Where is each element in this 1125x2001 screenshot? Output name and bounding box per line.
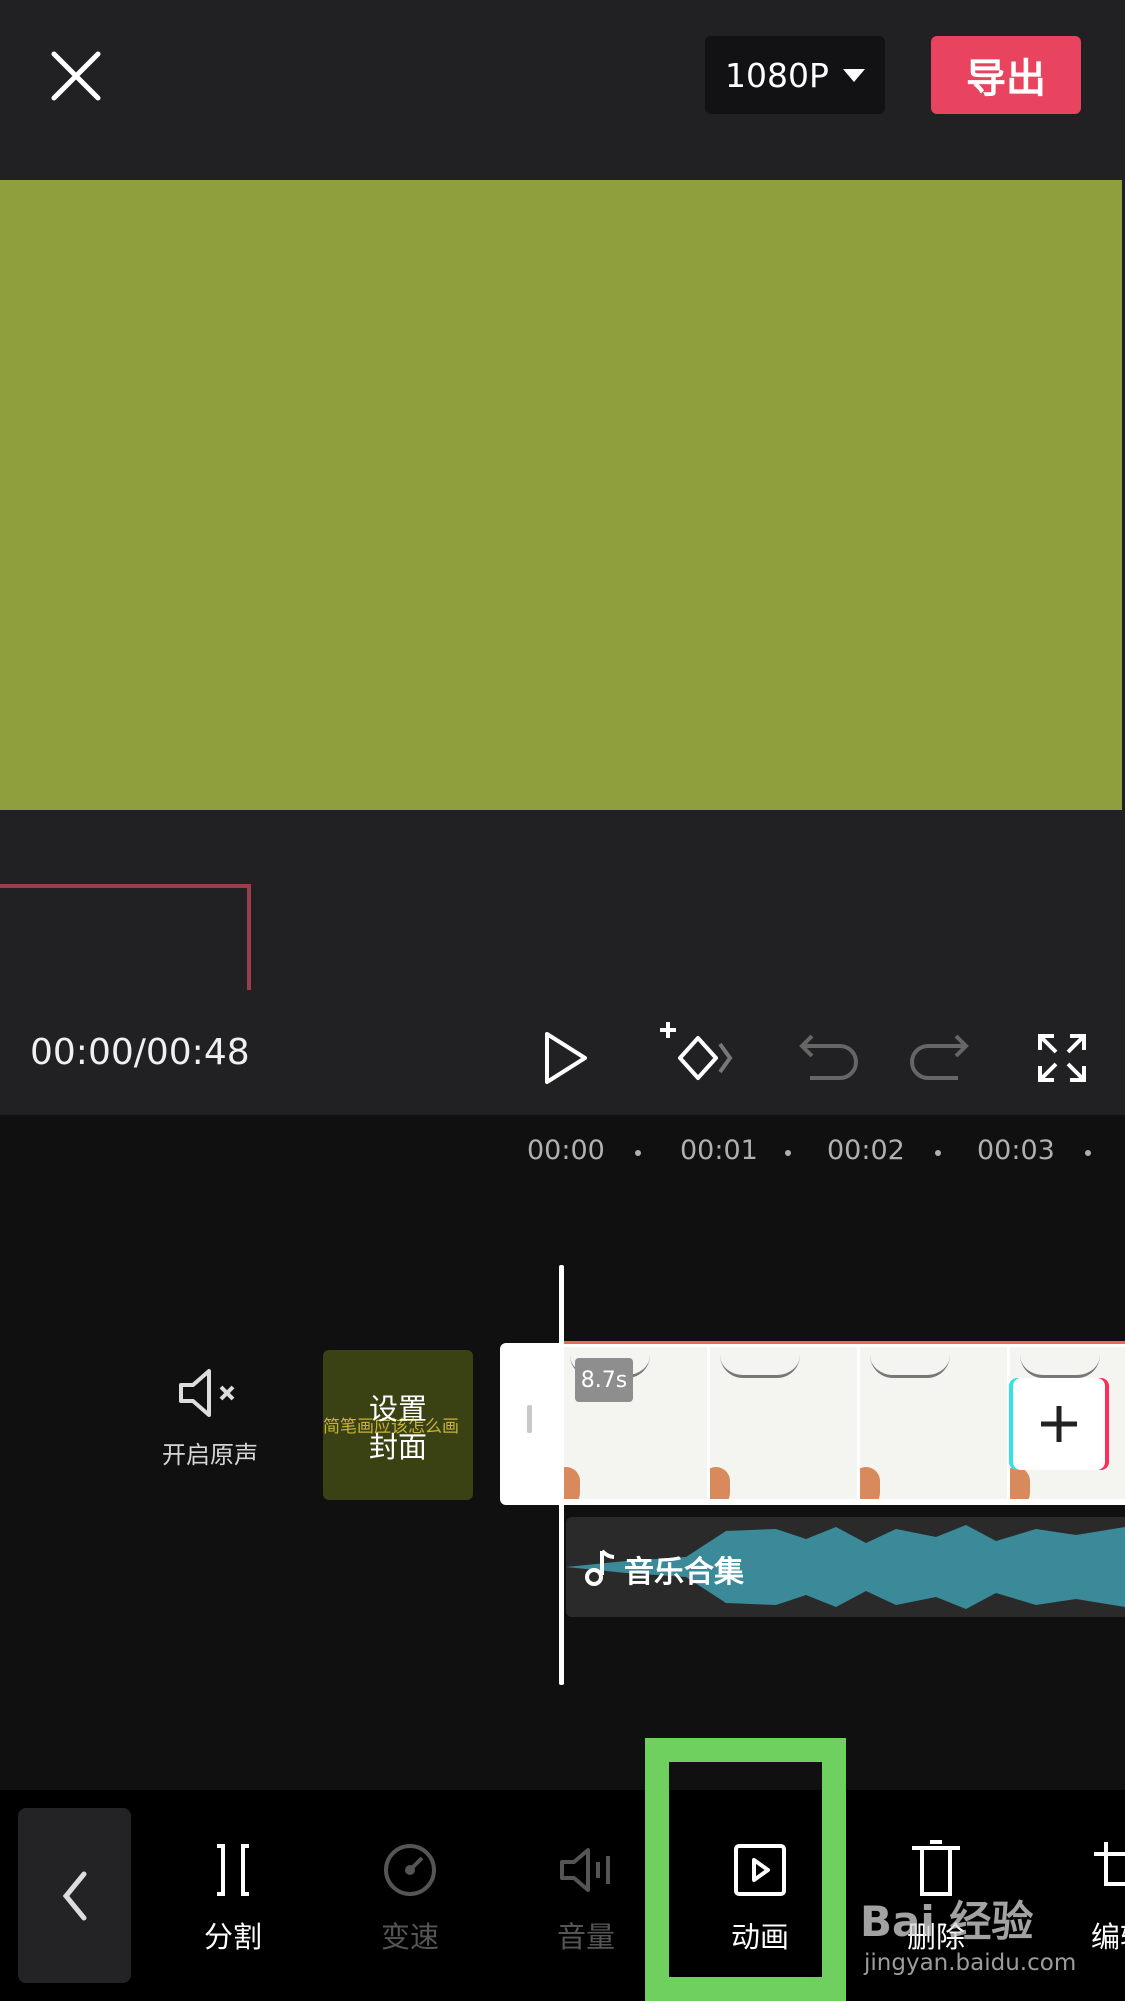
keyframe-button[interactable] <box>658 1018 738 1098</box>
keyframe-icon <box>660 1022 733 1080</box>
ruler-dot <box>785 1150 791 1156</box>
export-button[interactable]: 导出 <box>931 36 1081 114</box>
ruler-dot <box>635 1150 641 1156</box>
chevron-left-icon <box>62 1871 87 1921</box>
split-icon <box>217 1844 249 1896</box>
clip-thumbnail <box>710 1347 857 1499</box>
tool-label: 音量 <box>556 1920 615 1954</box>
playhead[interactable] <box>559 1265 564 1685</box>
timecode: 00:00/00:48 <box>30 1032 250 1073</box>
play-button[interactable] <box>525 1018 605 1098</box>
mute-original-audio-button[interactable]: 开启原声 <box>140 1365 280 1470</box>
timeline: 00:00 00:01 00:02 00:03 开启原声 简笔画应该怎么画 设置… <box>0 1115 1125 1790</box>
speed-icon <box>384 1844 436 1896</box>
clip-thumbnail <box>860 1347 1007 1499</box>
set-cover-button[interactable]: 简笔画应该怎么画 设置 封面 <box>323 1350 473 1500</box>
audio-track-label: 音乐合集 <box>624 1555 744 1590</box>
resolution-dropdown[interactable]: 1080P <box>705 36 885 114</box>
ruler-tick: 00:01 <box>680 1135 758 1166</box>
cover-label-line1: 设置 <box>368 1392 427 1426</box>
preview-area <box>0 180 1125 1115</box>
top-bar: 1080P 导出 <box>0 0 1125 180</box>
caret-down-icon <box>842 68 865 82</box>
speed-button[interactable]: 变速 <box>340 1840 480 1956</box>
tool-label: 变速 <box>380 1920 439 1954</box>
video-canvas[interactable] <box>0 180 1122 810</box>
clip-trim-handle[interactable] <box>500 1343 560 1505</box>
undo-icon <box>799 1034 858 1080</box>
grip-icon <box>527 1405 532 1433</box>
tool-label: 分割 <box>203 1920 262 1954</box>
audio-track[interactable]: 音乐合集 <box>566 1517 1125 1617</box>
volume-icon <box>560 1848 610 1892</box>
fullscreen-icon <box>1038 1034 1086 1082</box>
playback-controls: 00:00/00:48 <box>0 1000 1125 1115</box>
back-button[interactable] <box>18 1808 131 1983</box>
ruler-tick: 00:02 <box>827 1135 905 1166</box>
add-clip-button[interactable] <box>1013 1378 1105 1470</box>
watermark-brand: Bai 经验 <box>860 1897 1034 1946</box>
tutorial-highlight <box>645 1738 846 2001</box>
close-button[interactable] <box>44 44 108 108</box>
frame-outline <box>0 884 251 990</box>
resolution-value: 1080P <box>725 55 829 95</box>
redo-icon <box>910 1034 969 1080</box>
ruler-dot <box>935 1150 941 1156</box>
ruler-dot <box>1085 1150 1091 1156</box>
volume-button[interactable]: 音量 <box>516 1840 656 1956</box>
close-icon <box>51 51 101 101</box>
mute-label: 开启原声 <box>162 1441 258 1469</box>
redo-button[interactable] <box>904 1018 984 1098</box>
watermark-url: jingyan.baidu.com <box>864 1950 1077 1976</box>
speaker-muted-icon <box>179 1369 235 1417</box>
clip-duration-badge: 8.7s <box>575 1358 633 1402</box>
fullscreen-button[interactable] <box>1022 1018 1102 1098</box>
cover-label-line2: 封面 <box>368 1430 427 1464</box>
cover-label: 设置 封面 <box>323 1390 473 1466</box>
ruler-tick: 00:00 <box>527 1135 605 1166</box>
ruler-tick: 00:03 <box>977 1135 1055 1166</box>
play-icon <box>545 1032 587 1084</box>
watermark: Bai 经验 jingyan.baidu.com <box>860 1880 1120 1990</box>
undo-button[interactable] <box>784 1018 864 1098</box>
plus-icon <box>1041 1406 1077 1442</box>
music-note-icon <box>585 1549 615 1586</box>
split-button[interactable]: 分割 <box>163 1840 303 1956</box>
